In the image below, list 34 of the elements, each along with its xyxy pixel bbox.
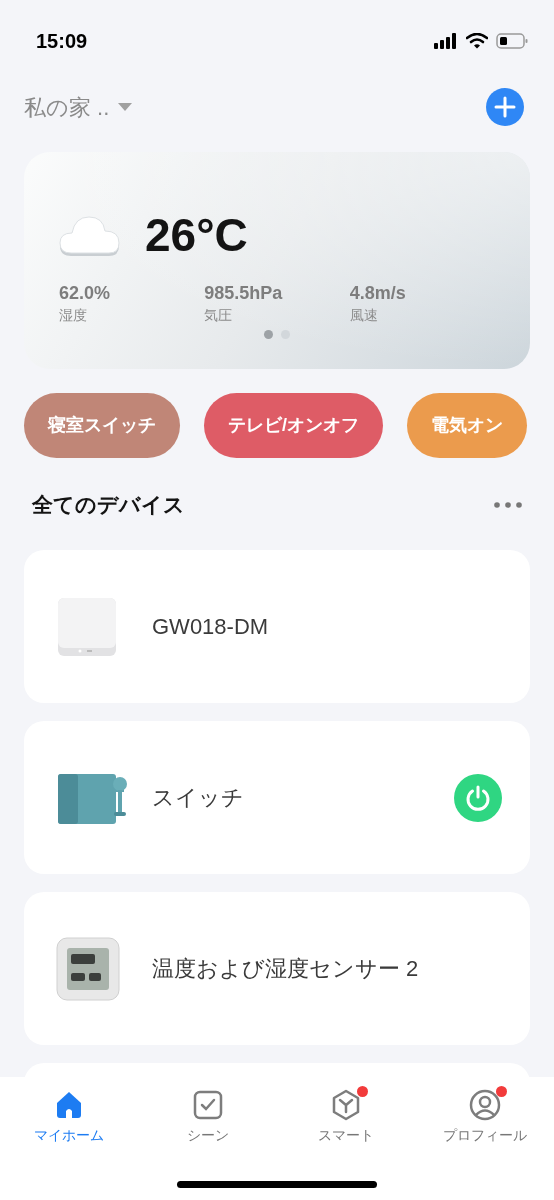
home-selector[interactable]: 私の家 ..	[24, 90, 134, 124]
device-name: 温度および湿度センサー 2	[152, 955, 420, 983]
profile-icon	[468, 1089, 501, 1121]
tab[interactable]: プロフィール	[415, 1089, 554, 1146]
scene-button[interactable]: テレビ/オンオフ	[204, 393, 383, 458]
stat-label: 風速	[349, 305, 379, 325]
more-icon[interactable]	[494, 502, 522, 508]
caret-icon	[117, 102, 134, 112]
stat-label: 気圧	[204, 305, 234, 325]
section-title: 全てのデバイス	[32, 492, 185, 519]
stat-value: 4.8m/s	[349, 282, 407, 305]
tab[interactable]: スマート	[277, 1089, 416, 1146]
cloud-icon	[59, 213, 121, 257]
tab[interactable]: マイホーム	[0, 1089, 139, 1146]
power-button[interactable]	[454, 773, 502, 822]
tab[interactable]: シーン	[138, 1089, 277, 1146]
scene-button[interactable]: 寝室スイッチ	[24, 393, 180, 458]
stat-label: 湿度	[59, 305, 88, 325]
device-card[interactable]: スイッチ	[24, 721, 530, 874]
battery-icon	[496, 33, 528, 49]
stat-value: 62.0%	[59, 282, 112, 305]
device-card[interactable]: 温度および湿度センサー 2	[24, 892, 530, 1045]
device-name: スイッチ	[152, 784, 245, 812]
stat-value: 985.5hPa	[204, 282, 284, 305]
add-button[interactable]	[486, 88, 524, 126]
checkbox-icon	[191, 1089, 224, 1121]
power-icon	[464, 783, 492, 812]
plus-icon	[494, 96, 516, 118]
temperature: 26°C	[145, 212, 248, 258]
signal-icon	[434, 33, 458, 49]
status-time: 15:09	[36, 29, 88, 54]
wifi-icon	[466, 33, 488, 49]
device-card[interactable]: GW018-DM	[24, 550, 530, 703]
device-name: GW018-DM	[152, 613, 270, 641]
